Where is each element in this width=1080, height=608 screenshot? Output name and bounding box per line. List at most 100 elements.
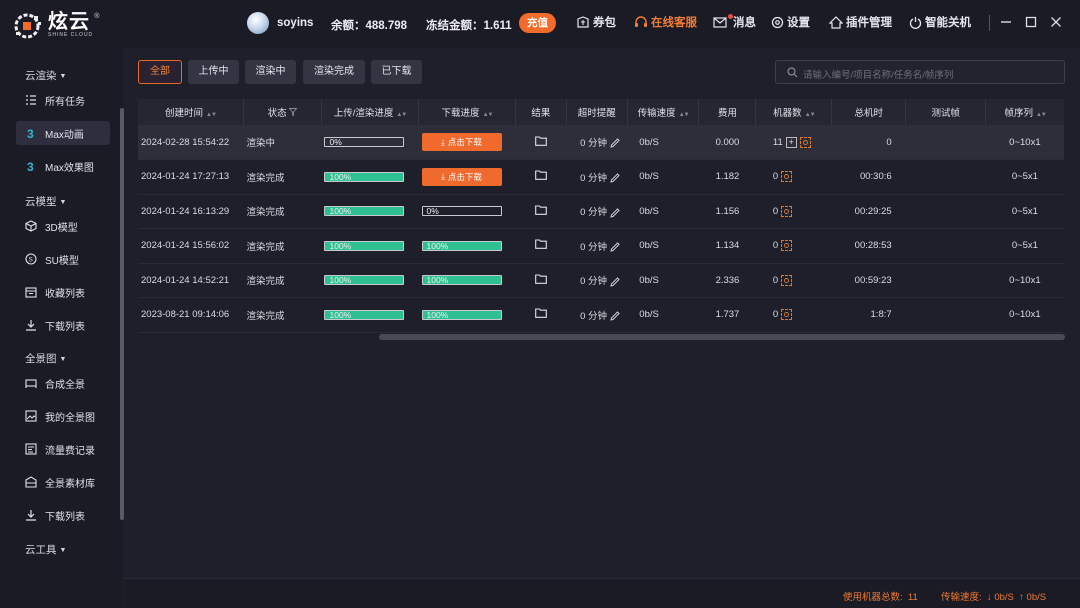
progress-bar: 0% [324, 137, 405, 147]
table-row[interactable]: 2023-08-21 09:14:06 渲染完成 100% 100% 0 分钟 0b/S 1… [138, 297, 1064, 333]
record-icon [25, 443, 37, 455]
sidebar-item-panorama-download-list[interactable]: 下载列表 [16, 503, 110, 527]
machine-setting-button[interactable] [781, 274, 793, 286]
sidebar-item-label: Max动画 [45, 129, 84, 141]
cell-timeout: 0 分钟 [566, 159, 628, 195]
filter-uploading-button[interactable]: 上传中 [188, 60, 239, 84]
sidebar-item-all-tasks[interactable]: 所有任务 [16, 88, 110, 112]
cell-result[interactable] [515, 263, 567, 298]
sidebar-item-download-list[interactable]: 下载列表 [16, 313, 110, 337]
balance-value: 488.798 [365, 20, 408, 32]
header-label: 总机时 [854, 108, 883, 119]
filter-downloaded-button[interactable]: 已下载 [371, 60, 422, 84]
recharge-button[interactable]: 充值 [519, 13, 556, 33]
sidebar-item-3d-model[interactable]: 3D模型 [16, 214, 110, 238]
sidebar-item-favorites[interactable]: 收藏列表 [16, 280, 110, 304]
table-row[interactable]: 2024-02-28 15:54:22 渲染中 0% ⤓ 点击下载 0 分钟 0b/S 0.0… [138, 125, 1064, 160]
cell-upload-progress: 0% [321, 125, 419, 160]
machine-setting-button[interactable] [781, 240, 793, 252]
avatar[interactable] [247, 12, 269, 34]
close-button[interactable] [1048, 14, 1064, 30]
folder-icon[interactable] [534, 274, 547, 284]
sidebar-section-cloud-tools[interactable]: 云工具 ▼ [25, 542, 66, 557]
search-input[interactable]: 请输入编号/项目名称/任务名/帧序列 [775, 60, 1065, 84]
sidebar-item-my-panorama[interactable]: 我的全景图 [16, 404, 110, 428]
header-status[interactable]: 状态 [243, 99, 322, 125]
maximize-button[interactable] [1023, 14, 1039, 30]
cell-total-time: 00:30:6 [831, 159, 906, 195]
edit-icon[interactable] [610, 311, 620, 321]
machine-setting-button[interactable] [781, 205, 793, 217]
header-transfer-speed[interactable]: 传输速度 ▲▼ [627, 99, 700, 125]
machines-total: 使用机器总数: 11 [843, 589, 918, 603]
sidebar-item-su-model[interactable]: S SU模型 [16, 247, 110, 271]
progress-bar: 100% [324, 171, 405, 182]
sidebar-item-max-animation[interactable]: 3 Max动画 [16, 121, 110, 145]
cell-result[interactable] [515, 194, 567, 229]
cell-result[interactable] [515, 159, 567, 195]
download-button[interactable]: ⤓ 点击下载 [421, 167, 502, 186]
header-created-time[interactable]: 创建时间 ▲▼ [138, 99, 244, 125]
table-row[interactable]: 2024-01-24 16:13:29 渲染完成 100% 0% 0 分钟 0b/S 1.1… [138, 194, 1064, 229]
edit-icon[interactable] [610, 242, 620, 252]
coupon-button[interactable]: 券包 [576, 14, 616, 30]
folder-icon[interactable] [534, 205, 547, 215]
cell-result[interactable] [515, 228, 567, 264]
header-frame-sequence[interactable]: 帧序列 ▲▼ [985, 99, 1064, 125]
edit-icon[interactable] [610, 277, 620, 287]
username[interactable]: soyins [277, 17, 313, 29]
header-download-progress[interactable]: 下载进度 ▲▼ [418, 99, 517, 125]
sidebar-section-cloud-model[interactable]: 云模型 ▼ [25, 194, 66, 209]
max-icon: 3 [25, 160, 37, 172]
folder-icon[interactable] [534, 135, 547, 146]
cell-machines: 0 [755, 297, 832, 333]
add-machine-button[interactable]: + [785, 136, 797, 148]
library-icon [25, 476, 37, 488]
cell-machines: 0 [755, 228, 832, 264]
sidebar-item-max-render[interactable]: 3 Max效果图 [16, 154, 110, 178]
machine-setting-button[interactable] [781, 309, 793, 321]
table-row[interactable]: 2024-01-24 17:27:13 渲染完成 100% ⤓ 点击下载 0 分钟 0b/S… [138, 159, 1064, 195]
messages-button[interactable]: 消息 [713, 14, 756, 30]
table-row[interactable]: 2024-01-24 15:56:02 渲染完成 100% 100% 0 分钟 0b/S 1… [138, 228, 1064, 264]
header-machines[interactable]: 机器数 ▲▼ [755, 99, 833, 125]
timeout-value: 0 分钟 [580, 276, 608, 288]
sort-icon: ▲▼ [482, 112, 494, 118]
cell-result[interactable] [515, 297, 567, 333]
filter-all-button[interactable]: 全部 [138, 60, 182, 84]
edit-icon[interactable] [610, 173, 620, 183]
folder-icon[interactable] [534, 170, 547, 181]
online-service-button[interactable]: 在线客服 [634, 14, 697, 30]
svg-text:3: 3 [27, 160, 34, 172]
table-header: 创建时间 ▲▼ 状态 上传/渲染进度 ▲▼ 下载进度 ▲▼ 结果 超时提醒 传输速度 ▲… [138, 99, 1064, 125]
horizontal-scrollbar[interactable] [379, 334, 1065, 340]
edit-icon[interactable] [610, 208, 620, 218]
online-service-label: 在线客服 [651, 17, 697, 29]
cell-result[interactable] [515, 125, 567, 160]
folder-icon[interactable] [534, 239, 547, 250]
edit-icon[interactable] [610, 138, 620, 149]
sidebar-item-compose-panorama[interactable]: 合成全景 [16, 371, 110, 395]
machine-setting-button[interactable] [799, 136, 811, 148]
sidebar-item-traffic-records[interactable]: 流量费记录 [16, 437, 110, 461]
minimize-button[interactable] [998, 14, 1014, 30]
su-icon: S [25, 253, 37, 265]
table-row[interactable]: 2024-01-24 14:52:21 渲染完成 100% 100% 0 分钟 0b/S 2… [138, 263, 1064, 298]
smart-shutdown-button[interactable]: 智能关机 [909, 14, 971, 30]
download-icon [25, 509, 37, 521]
plugin-manage-button[interactable]: 插件管理 [829, 14, 892, 30]
filter-rendered-button[interactable]: 渲染完成 [303, 60, 365, 84]
sidebar-section-panorama[interactable]: 全景图 ▼ [25, 351, 66, 366]
progress-bar: 100% [324, 309, 405, 320]
mail-icon [713, 17, 727, 28]
filter-rendering-button[interactable]: 渲染中 [245, 60, 296, 84]
cell-speed: 0b/S [627, 194, 699, 229]
settings-button[interactable]: 设置 [771, 14, 810, 30]
cell-cost: 1.134 [698, 228, 756, 264]
download-button[interactable]: ⤓ 点击下载 [421, 133, 502, 151]
machine-setting-button[interactable] [781, 171, 793, 183]
sidebar-section-cloud-render[interactable]: 云渲染 ▼ [25, 68, 66, 83]
sidebar-item-panorama-library[interactable]: 全景素材库 [16, 470, 110, 494]
header-upload-render-progress[interactable]: 上传/渲染进度 ▲▼ [321, 99, 420, 125]
folder-icon[interactable] [534, 308, 547, 319]
